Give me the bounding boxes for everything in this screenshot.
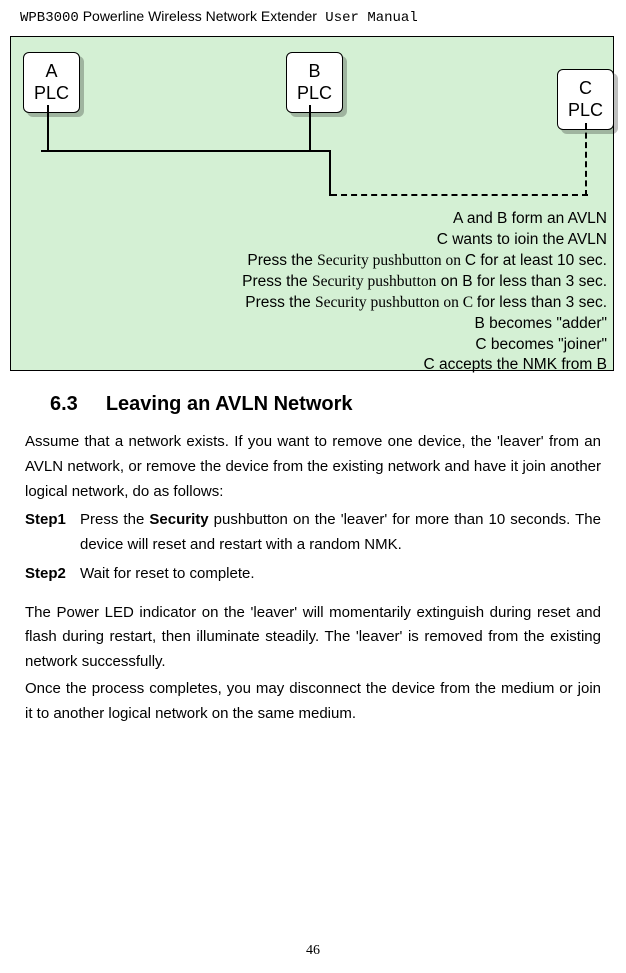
plc-a-box: A PLC (23, 52, 80, 113)
wire-dashed-vertical (585, 123, 587, 196)
diagram-caption: A and B form an AVLN C wants to ioin the… (242, 209, 607, 376)
plc-a-label2: PLC (34, 83, 69, 105)
plc-b-box: B PLC (286, 52, 343, 113)
diag-line-3: Press the Security pushbutton on C for a… (242, 251, 607, 272)
plc-b-label1: B (297, 61, 332, 83)
diag-line-1: A and B form an AVLN (242, 209, 607, 230)
result-paragraph: The Power LED indicator on the 'leaver' … (25, 601, 601, 675)
plc-b-label2: PLC (297, 83, 332, 105)
step-1-body: Press the Security pushbutton on the 'le… (80, 508, 601, 558)
diag-line-6: B becomes "adder" (242, 314, 607, 335)
section-title: Leaving an AVLN Network (106, 393, 353, 415)
section-number: 6.3 (50, 393, 78, 415)
plc-c-label1: C (568, 78, 603, 100)
wire-join (329, 150, 331, 196)
diag-line-5: Press the Security pushbutton on C for l… (242, 293, 607, 314)
wire-vertical-b (309, 105, 311, 152)
step-1-label: Step1 (25, 508, 80, 558)
step-2-body: Wait for reset to complete. (80, 562, 601, 587)
plc-c-label2: PLC (568, 100, 603, 122)
header-text-2: User Manual (317, 10, 418, 26)
step-2-row: Step2 Wait for reset to complete. (25, 562, 601, 587)
step-1-row: Step1 Press the Security pushbutton on t… (25, 508, 601, 558)
section-heading: 6.3 Leaving an AVLN Network (50, 393, 601, 416)
diag-line-7: C becomes "joiner" (242, 335, 607, 356)
plc-c-box: C PLC (557, 69, 614, 130)
wire-horizontal (41, 150, 331, 152)
wire-dashed-horizontal (331, 194, 588, 196)
product-code: WPB3000 (20, 10, 79, 26)
diag-line-4: Press the Security pushbutton on B for l… (242, 272, 607, 293)
network-diagram: A PLC B PLC C PLC A and B form an AVLN C… (10, 36, 614, 371)
page-header: WPB3000 Powerline Wireless Network Exten… (0, 0, 626, 26)
diag-line-8: C accepts the NMK from B (242, 355, 607, 376)
closing-paragraph: Once the process completes, you may disc… (25, 677, 601, 727)
page-number: 46 (0, 943, 626, 959)
plc-a-label1: A (34, 61, 69, 83)
header-text-1: Powerline Wireless Network Extender (79, 8, 317, 24)
step-2-label: Step2 (25, 562, 80, 587)
intro-paragraph: Assume that a network exists. If you wan… (25, 430, 601, 504)
wire-vertical-a (47, 105, 49, 152)
diag-line-2: C wants to ioin the AVLN (242, 230, 607, 251)
